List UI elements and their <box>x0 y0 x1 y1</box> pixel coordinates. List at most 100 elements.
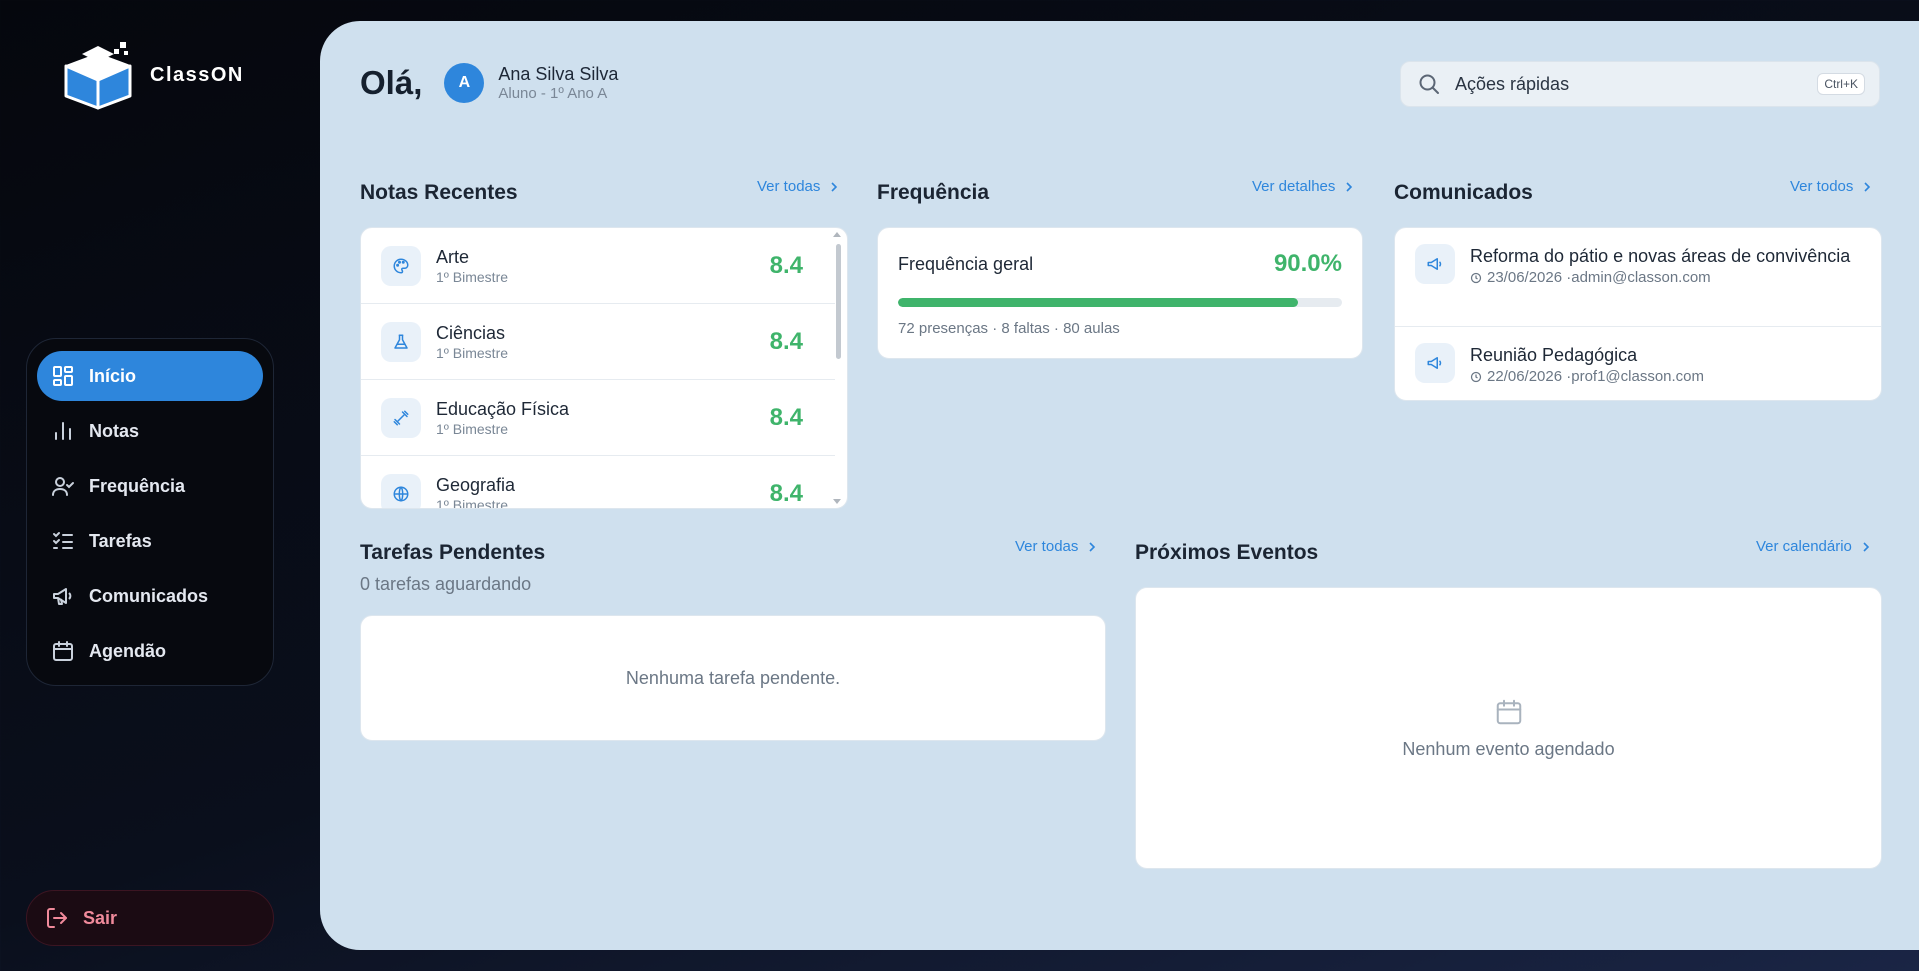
subject-name: Arte <box>436 246 470 267</box>
subject-info: Arte 1º Bimestre <box>436 246 508 286</box>
list-item[interactable]: Geografia 1º Bimestre 8.4 <box>361 456 835 509</box>
logout-button[interactable]: Sair <box>26 890 274 946</box>
user-role: Aluno - 1º Ano A <box>498 85 608 102</box>
dashboard-icon <box>53 366 73 386</box>
chevron-right-icon <box>1864 181 1871 192</box>
attendance-title: Frequência <box>877 181 990 204</box>
sidebar-item-label: Tarefas <box>89 530 152 551</box>
sidebar-item-tarefas[interactable]: Tarefas <box>37 516 263 566</box>
app-logo[interactable]: ClassON <box>60 40 244 110</box>
checklist-icon <box>53 532 73 549</box>
subject-term: 1º Bimestre <box>436 496 509 509</box>
palette-icon <box>393 257 409 274</box>
avatar[interactable]: A <box>444 63 485 103</box>
notices-title: Comunicados <box>1394 181 1533 204</box>
subject-term: 1º Bimestre <box>436 344 509 361</box>
subject-info: Educação Física 1º Bimestre <box>436 398 569 438</box>
list-item[interactable]: Reforma do pátio e novas áreas de conviv… <box>1395 228 1881 327</box>
chevron-right-icon <box>1089 541 1096 552</box>
subject-name: Ciências <box>436 322 506 343</box>
chevron-right-icon <box>1863 541 1870 552</box>
attendance-label: Frequência geral <box>898 254 1034 274</box>
search-placeholder: Ações rápidas <box>1455 73 1570 94</box>
notice-meta-text: 22/06/2026 ·prof1@classon.com <box>1487 368 1705 385</box>
notice-meta: 22/06/2026 ·prof1@classon.com <box>1470 368 1704 385</box>
sidebar-item-label: Frequência <box>89 475 186 496</box>
dumbbell-icon <box>393 410 409 425</box>
grade-value: 8.4 <box>769 327 803 355</box>
subject-term: 1º Bimestre <box>436 268 509 285</box>
sidebar-item-label: Comunicados <box>89 585 209 606</box>
globe-icon <box>393 485 409 502</box>
events-empty-message: Nenhum evento agendado <box>1402 738 1615 759</box>
notice-meta: 23/06/2026 ·admin@classon.com <box>1470 269 1850 286</box>
sidebar-item-inicio[interactable]: Início <box>37 351 263 401</box>
link-label: Ver detalhes <box>1252 178 1336 195</box>
sidebar-item-label: Notas <box>89 420 140 441</box>
tasks-subtitle: 0 tarefas aguardando <box>360 574 532 594</box>
sidebar-item-label: Início <box>89 365 137 386</box>
sidebar-item-agendao[interactable]: Agendão <box>37 626 263 676</box>
notice-meta-text: 23/06/2026 ·admin@classon.com <box>1487 269 1711 286</box>
chevron-right-icon <box>831 181 838 192</box>
attendance-details-link[interactable]: Ver detalhes <box>1252 178 1355 195</box>
events-title: Próximos Eventos <box>1135 541 1319 564</box>
megaphone-icon <box>1427 258 1442 270</box>
sidebar-item-label: Agendão <box>89 640 167 661</box>
palette-icon-wrap <box>381 245 421 286</box>
link-label: Ver todas <box>757 178 821 195</box>
scroll-up-arrow[interactable] <box>833 232 841 237</box>
scrollbar-thumb[interactable] <box>836 244 841 359</box>
list-item[interactable]: Educação Física 1º Bimestre 8.4 <box>361 380 835 456</box>
logout-label: Sair <box>83 907 118 928</box>
grade-value: 8.4 <box>769 403 803 431</box>
megaphone-icon <box>1427 357 1442 369</box>
attendance-progress-fill <box>898 298 1298 307</box>
search-icon <box>1419 74 1439 94</box>
list-item[interactable]: Arte 1º Bimestre 8.4 <box>361 228 835 304</box>
tasks-see-all-link[interactable]: Ver todas <box>1015 538 1098 555</box>
subject-info: Ciências 1º Bimestre <box>436 322 508 362</box>
megaphone-icon <box>53 588 72 605</box>
flask-icon <box>394 334 408 349</box>
subject-name: Educação Física <box>436 398 570 419</box>
tasks-title: Tarefas Pendentes <box>360 541 546 564</box>
subject-info: Geografia 1º Bimestre <box>436 474 515 509</box>
grades-title: Notas Recentes <box>360 181 518 204</box>
bar-chart-icon <box>55 422 71 440</box>
grades-see-all-link[interactable]: Ver todas <box>757 178 840 195</box>
notice-info: Reforma do pátio e novas áreas de conviv… <box>1470 244 1850 286</box>
list-item[interactable]: Ciências 1º Bimestre 8.4 <box>361 304 835 380</box>
link-label: Ver todas <box>1015 538 1079 555</box>
quick-actions-search[interactable]: Ações rápidas Ctrl+K <box>1400 61 1880 107</box>
link-label: Ver calendário <box>1756 538 1852 555</box>
tasks-empty-message: Nenhuma tarefa pendente. <box>625 667 841 688</box>
notice-info: Reunião Pedagógica 22/06/2026 ·prof1@cla… <box>1470 343 1704 385</box>
calendar-icon <box>53 641 73 661</box>
clock-icon <box>1470 371 1482 382</box>
dumbbell-icon-wrap <box>381 397 421 438</box>
attendance-progress-bar <box>898 298 1342 307</box>
attendance-card: Frequência geral 90.0% 72 presenças · 8 … <box>877 227 1363 359</box>
megaphone-icon-wrap <box>1415 244 1455 284</box>
scroll-down-arrow[interactable] <box>833 499 841 504</box>
user-name: Ana Silva Silva <box>498 64 619 84</box>
events-card: Nenhum evento agendado <box>1135 587 1882 869</box>
events-calendar-link[interactable]: Ver calendário <box>1756 538 1872 555</box>
sidebar-item-notas[interactable]: Notas <box>37 406 263 456</box>
clock-icon <box>1470 272 1482 283</box>
tasks-card: Nenhuma tarefa pendente. <box>360 615 1106 741</box>
logout-icon <box>47 908 67 928</box>
list-item[interactable]: Reunião Pedagógica 22/06/2026 ·prof1@cla… <box>1395 327 1881 400</box>
attendance-value: 90.0% <box>1273 250 1342 277</box>
sidebar-nav: Início Notas Frequência Tarefas Comunica… <box>26 338 274 686</box>
grade-value: 8.4 <box>769 251 803 279</box>
notice-title: Reunião Pedagógica <box>1470 345 1638 365</box>
attendance-detail: 72 presenças · 8 faltas · 80 aulas <box>898 320 1120 337</box>
sidebar-item-frequencia[interactable]: Frequência <box>37 461 263 511</box>
main-panel: Olá, A Ana Silva Silva Aluno - 1º Ano A … <box>320 21 1919 950</box>
graduation-book-icon <box>64 42 132 110</box>
notices-see-all-link[interactable]: Ver todos <box>1790 178 1873 195</box>
sidebar-item-comunicados[interactable]: Comunicados <box>37 571 263 621</box>
chevron-right-icon <box>1346 181 1353 192</box>
